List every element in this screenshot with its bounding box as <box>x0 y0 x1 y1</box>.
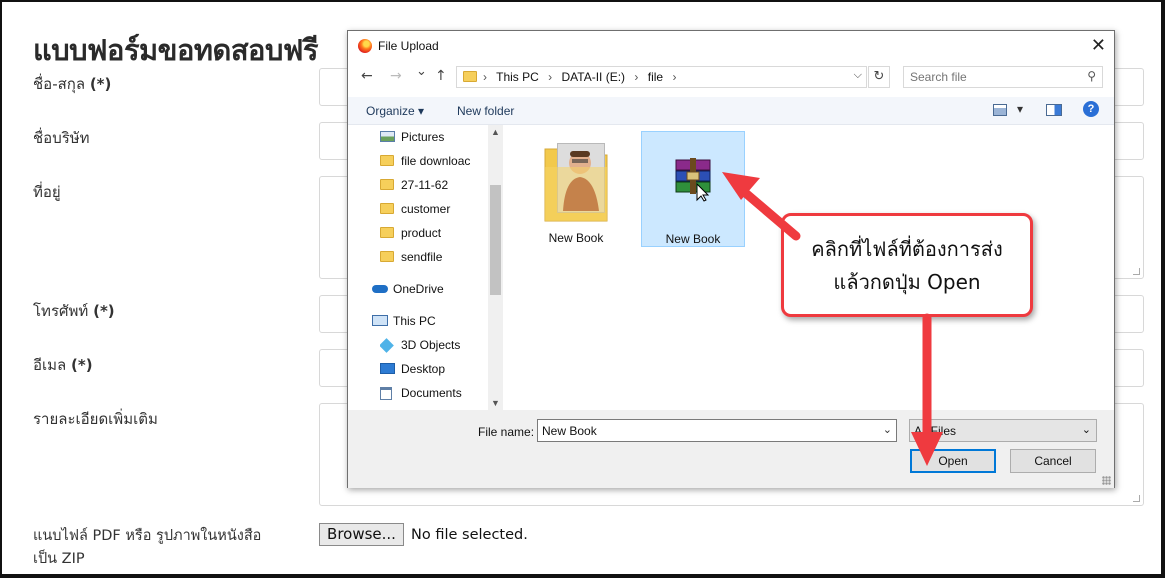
dialog-title: File Upload <box>378 39 439 53</box>
file-type-value: All Files <box>914 424 957 438</box>
help-icon[interactable]: ? <box>1083 101 1099 117</box>
file-type-select[interactable]: All Files ⌄ <box>909 419 1097 442</box>
folder-thumbnail-icon <box>544 143 608 222</box>
callout-line-2: แล้วกดปุ่ม Open <box>833 270 981 294</box>
dialog-footer: File name: ⌄ All Files ⌄ Open Cancel <box>348 410 1114 488</box>
forward-arrow-icon[interactable]: → <box>390 68 402 84</box>
form-title: แบบฟอร์มขอทดสอบฟรี <box>33 33 318 67</box>
search-box[interactable]: ⚲ <box>903 66 1103 88</box>
field-label-company: ชื่อบริษัท <box>33 129 90 147</box>
file-item-archive[interactable]: New Book <box>641 131 745 247</box>
search-input[interactable] <box>904 67 1074 87</box>
organize-menu[interactable]: Organize ▾ <box>366 104 424 118</box>
pictures-icon <box>380 131 395 142</box>
file-name-label: New Book <box>665 232 721 246</box>
field-label-phone: โทรศัพท์ (*) <box>33 302 115 320</box>
field-label-name: ชื่อ-สกุล (*) <box>33 75 112 93</box>
scroll-up-icon[interactable]: ▲ <box>491 127 500 137</box>
documents-icon <box>380 387 392 400</box>
scroll-thumb[interactable] <box>490 185 501 295</box>
open-button[interactable]: Open <box>910 449 996 473</box>
breadcrumb-drive[interactable]: DATA-II (E:) <box>562 70 626 84</box>
back-arrow-icon[interactable]: ← <box>361 68 373 84</box>
navigation-pane: Pictures ⚲ file downloac ⚲ 27-11-62 cust… <box>348 125 514 410</box>
browse-button[interactable]: Browse... <box>319 523 404 546</box>
refresh-icon[interactable]: ↻ <box>868 66 890 88</box>
computer-icon <box>372 315 388 326</box>
upload-label: แนบไฟล์ PDF หรือ รูปภาพในหนังสือ เป็น ZIP <box>33 528 262 567</box>
breadcrumb-file[interactable]: file <box>648 70 663 84</box>
view-dropdown-icon[interactable]: ▾ <box>1017 102 1023 116</box>
firefox-icon <box>358 39 372 53</box>
resize-grip[interactable] <box>1133 268 1140 275</box>
callout-line-1: คลิกที่ไฟล์ที่ต้องการส่ง <box>811 237 1003 261</box>
close-icon[interactable]: ✕ <box>1091 35 1106 56</box>
folder-icon <box>380 203 394 214</box>
file-name-input[interactable] <box>538 420 868 441</box>
desktop-icon <box>380 363 395 374</box>
cloud-icon <box>372 285 388 293</box>
folder-icon <box>380 155 394 166</box>
breadcrumb: › This PC › DATA-II (E:) › file › <box>483 70 677 84</box>
navigation-row: ← → ⌄ ↑ › This PC › DATA-II (E:) › file … <box>348 64 1114 90</box>
field-label-details: รายละเอียดเพิ่มเติม <box>33 410 158 428</box>
file-name-combobox[interactable]: ⌄ <box>537 419 897 442</box>
file-status: No file selected. <box>411 527 528 543</box>
file-name-label: New Book <box>548 231 604 245</box>
nav-scrollbar[interactable]: ▲ ▼ <box>488 125 503 410</box>
winrar-archive-icon <box>675 158 711 202</box>
cancel-button[interactable]: Cancel <box>1010 449 1096 473</box>
search-icon[interactable]: ⚲ <box>1087 69 1096 83</box>
resize-grip[interactable] <box>1133 495 1140 502</box>
dialog-resize-grip[interactable] <box>1102 476 1111 485</box>
address-dropdown-icon[interactable]: ⌵ <box>854 69 862 82</box>
recent-locations-chevron-icon[interactable]: ⌄ <box>416 64 427 79</box>
field-label-email: อีเมล (*) <box>33 356 93 374</box>
chevron-down-icon[interactable]: ⌄ <box>1082 423 1091 436</box>
new-folder-button[interactable]: New folder <box>457 104 514 118</box>
chevron-down-icon[interactable]: ⌄ <box>883 423 892 436</box>
address-bar[interactable]: › This PC › DATA-II (E:) › file › ⌵ <box>456 66 867 88</box>
cube-icon <box>380 338 394 353</box>
field-label-address: ที่อยู่ <box>33 183 61 201</box>
breadcrumb-this-pc[interactable]: This PC <box>496 70 539 84</box>
scroll-down-icon[interactable]: ▼ <box>491 398 500 408</box>
up-arrow-icon[interactable]: ↑ <box>435 68 447 84</box>
folder-icon <box>380 251 394 262</box>
folder-icon <box>463 71 477 82</box>
file-item-folder[interactable]: New Book <box>524 131 628 247</box>
folder-icon <box>380 227 394 238</box>
file-name-field-label: File name: <box>478 425 535 439</box>
folder-icon <box>380 179 394 190</box>
dialog-titlebar[interactable]: File Upload ✕ <box>348 31 1114 61</box>
instruction-callout: คลิกที่ไฟล์ที่ต้องการส่ง แล้วกดปุ่ม Open <box>781 213 1033 317</box>
change-view-icon[interactable] <box>993 104 1007 116</box>
preview-pane-icon[interactable] <box>1046 104 1062 116</box>
dialog-toolbar: Organize ▾ New folder ▾ ? <box>348 97 1114 125</box>
